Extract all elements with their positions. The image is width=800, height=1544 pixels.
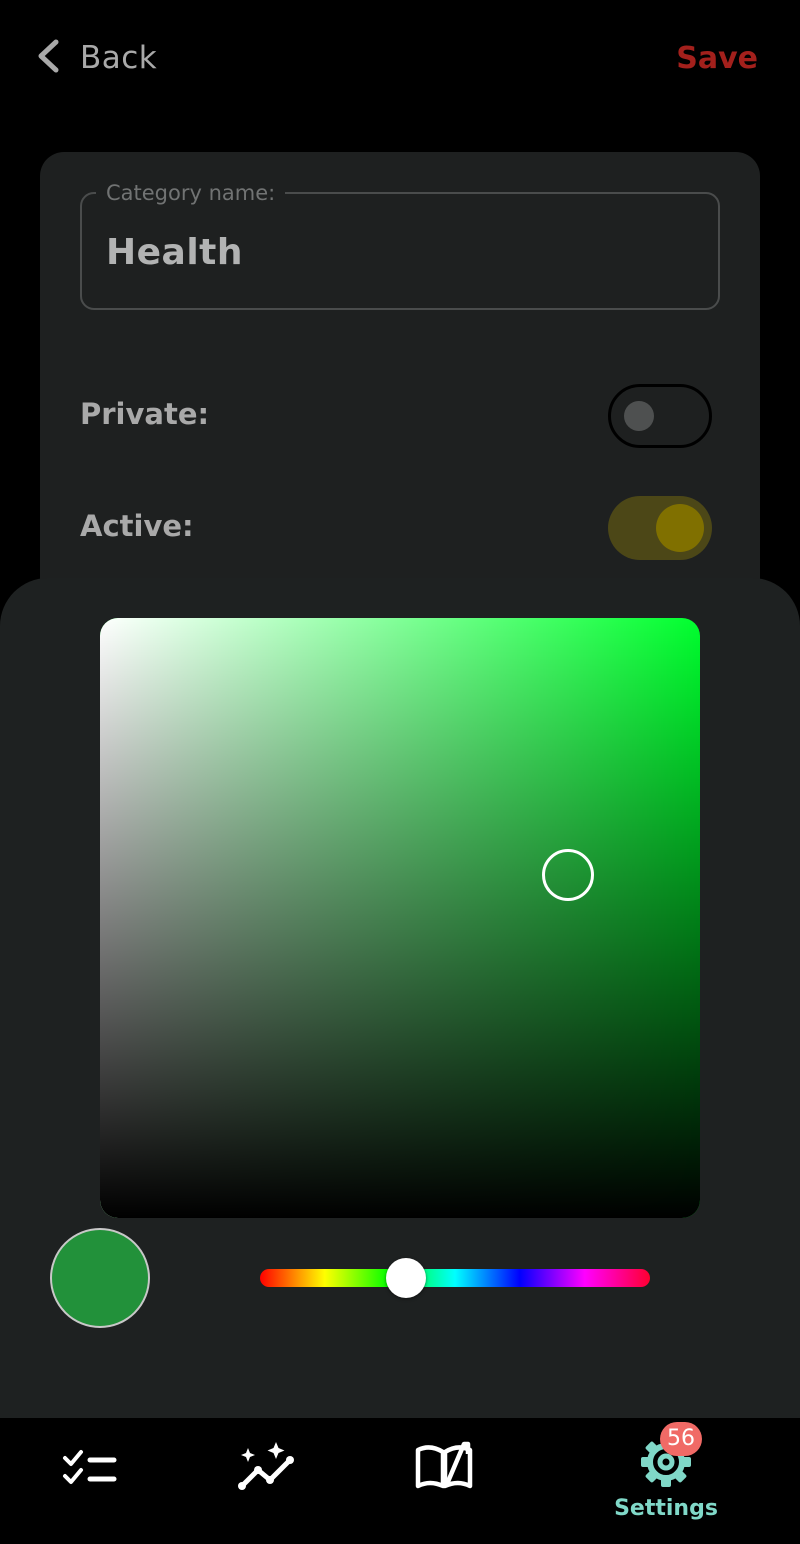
bottom-navigation: 56 Settings xyxy=(0,1418,800,1544)
active-toggle[interactable] xyxy=(608,496,712,560)
nav-stats[interactable] xyxy=(192,1418,342,1544)
hue-slider-track[interactable] xyxy=(260,1269,650,1287)
chevron-left-icon xyxy=(36,39,60,77)
checklist-icon xyxy=(63,1450,117,1484)
nav-settings[interactable]: 56 Settings xyxy=(590,1418,740,1544)
category-form-card: Category name: Health Private: Active: xyxy=(40,152,760,652)
category-name-field[interactable]: Category name: Health xyxy=(80,178,720,310)
category-name-legend: Category name: xyxy=(96,178,286,208)
active-label: Active: xyxy=(80,509,194,543)
selected-color-swatch xyxy=(50,1228,150,1328)
hue-slider-thumb[interactable] xyxy=(386,1258,426,1298)
saturation-value-cursor[interactable] xyxy=(542,849,594,901)
nav-settings-label: Settings xyxy=(614,1496,718,1521)
back-button[interactable]: Back xyxy=(36,38,157,78)
nav-tasks[interactable] xyxy=(14,1418,164,1544)
save-button[interactable]: Save xyxy=(676,38,758,78)
top-bar: Back Save xyxy=(0,0,800,116)
sparkle-graph-icon xyxy=(238,1442,294,1490)
saturation-value-area[interactable] xyxy=(100,618,700,1218)
color-picker-sheet xyxy=(0,578,800,1418)
nav-journal[interactable] xyxy=(370,1418,520,1544)
open-book-icon xyxy=(415,1441,473,1489)
notification-badge: 56 xyxy=(660,1422,702,1456)
category-name-value[interactable]: Health xyxy=(106,232,243,273)
back-label: Back xyxy=(80,40,158,76)
private-toggle[interactable] xyxy=(608,384,712,448)
private-label: Private: xyxy=(80,397,210,431)
active-toggle-knob xyxy=(656,504,704,552)
private-toggle-knob xyxy=(624,401,654,431)
